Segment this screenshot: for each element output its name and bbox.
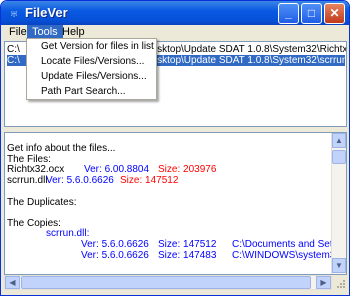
output-intro: Get info about the files...: [7, 143, 116, 154]
app-window: ♅ FileVer _ □ ✕ File Tools Help C:\ n\Des…: [0, 0, 350, 296]
tools-dropdown-menu: Get Version for files in list Locate Fil…: [26, 38, 157, 100]
file-size: Size: 147512: [120, 175, 179, 186]
maximize-button[interactable]: □: [301, 3, 322, 24]
menu-item-path-part-search[interactable]: Path Part Search...: [27, 85, 156, 99]
copy-version: Ver: 5.6.0.6626: [81, 250, 149, 261]
scroll-up-icon[interactable]: ▲: [332, 133, 346, 148]
list-item-prefix: C:\: [7, 55, 20, 66]
vertical-scrollbar[interactable]: ▲ ▼: [331, 133, 346, 274]
minimize-button[interactable]: _: [278, 3, 299, 24]
list-item-path: n\Desktop\Update SDAT 1.0.8\System32\scr…: [136, 55, 347, 66]
copy-size: Size: 147483: [158, 250, 217, 261]
list-item-path: n\Desktop\Update SDAT 1.0.8\System32\Ric…: [136, 44, 347, 55]
window-title: FileVer: [25, 5, 68, 20]
file-version: Ver: 5.6.0.6626: [46, 175, 114, 186]
file-name: Richtx32.ocx: [7, 164, 65, 175]
vertical-scroll-thumb[interactable]: [332, 150, 346, 164]
scroll-down-icon[interactable]: ▼: [332, 258, 346, 273]
copy-size: Size: 147512: [158, 239, 217, 250]
copies-file: scrrun.dll:: [46, 228, 90, 239]
output-pane[interactable]: Get info about the files... The Files: R…: [4, 132, 347, 275]
file-name: scrrun.dll: [7, 175, 48, 186]
app-icon: ♅: [8, 5, 20, 21]
resize-grip-icon[interactable]: [334, 279, 346, 291]
menu-item-locate-files[interactable]: Locate Files/Versions...: [27, 55, 156, 69]
list-item-prefix: C:\: [7, 44, 20, 55]
close-button[interactable]: ✕: [324, 3, 345, 24]
title-bar[interactable]: ♅ FileVer _ □ ✕: [1, 1, 349, 25]
copy-path: C:\Documents and Settings: [232, 239, 347, 250]
file-version: Ver: 6.00.8804: [84, 164, 150, 175]
scroll-left-icon[interactable]: ◀: [5, 276, 20, 289]
file-size: Size: 203976: [158, 164, 217, 175]
horizontal-scrollbar[interactable]: ◀ ▶: [4, 275, 332, 290]
scroll-right-icon[interactable]: ▶: [316, 276, 331, 289]
horizontal-scroll-thumb[interactable]: [21, 276, 311, 289]
copy-path: C:\WINDOWS\system32: [232, 250, 341, 261]
menu-item-update-files[interactable]: Update Files/Versions...: [27, 70, 156, 84]
copy-version: Ver: 5.6.0.6626: [81, 239, 149, 250]
duplicates-header: The Duplicates:: [7, 197, 77, 208]
menu-item-get-version[interactable]: Get Version for files in list: [27, 40, 156, 54]
